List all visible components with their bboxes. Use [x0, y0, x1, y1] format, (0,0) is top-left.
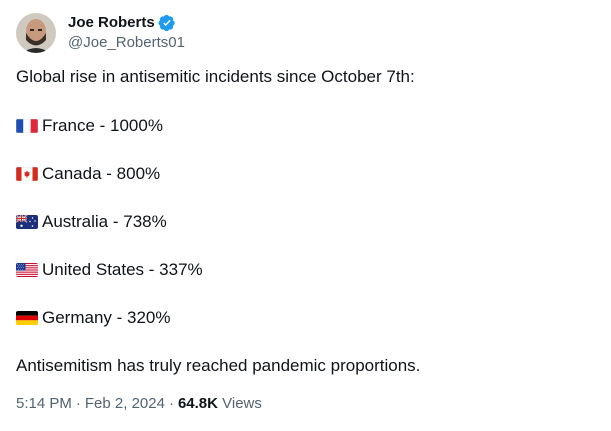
list-item-text: France - 1000% [42, 116, 163, 135]
list-item-text: Australia - 738% [42, 212, 167, 231]
tweet-meta: 5:14 PM · Feb 2, 2024 · 64.8K Views [16, 394, 262, 414]
display-name[interactable]: Joe Roberts [68, 13, 155, 33]
list-item: Canada - 800% [16, 163, 160, 185]
list-item: Germany - 320% [16, 307, 171, 329]
tweet-header: Joe Roberts @Joe_Roberts01 [16, 12, 185, 54]
meta-separator: · [75, 395, 81, 412]
list-item: United States - 337% [16, 259, 203, 281]
tweet-closing: Antisemitism has truly reached pandemic … [16, 356, 421, 375]
meta-separator: · [168, 395, 174, 412]
views-count[interactable]: 64.8K [178, 395, 218, 412]
avatar[interactable] [16, 13, 56, 53]
france-flag-icon [16, 119, 38, 133]
author-info: Joe Roberts @Joe_Roberts01 [68, 13, 185, 53]
list-item-text: Canada - 800% [42, 164, 161, 183]
user-handle[interactable]: @Joe_Roberts01 [68, 33, 185, 53]
verified-badge-icon[interactable] [158, 14, 176, 32]
list-item: Australia - 738% [16, 211, 167, 233]
tweet-time[interactable]: 5:14 PM [16, 395, 72, 412]
canada-flag-icon [16, 167, 38, 181]
views-label: Views [222, 395, 262, 412]
name-row: Joe Roberts [68, 13, 185, 33]
list-item-text: Germany - 320% [42, 308, 171, 327]
germany-flag-icon [16, 311, 38, 325]
tweet-card: Joe Roberts @Joe_Roberts01 Global rise i… [0, 0, 611, 431]
list-item: France - 1000% [16, 115, 163, 137]
tweet-headline: Global rise in antisemitic incidents sin… [16, 67, 415, 86]
australia-flag-icon [16, 215, 38, 229]
usa-flag-icon [16, 263, 38, 277]
list-item-text: United States - 337% [42, 260, 203, 279]
tweet-date[interactable]: Feb 2, 2024 [85, 395, 165, 412]
